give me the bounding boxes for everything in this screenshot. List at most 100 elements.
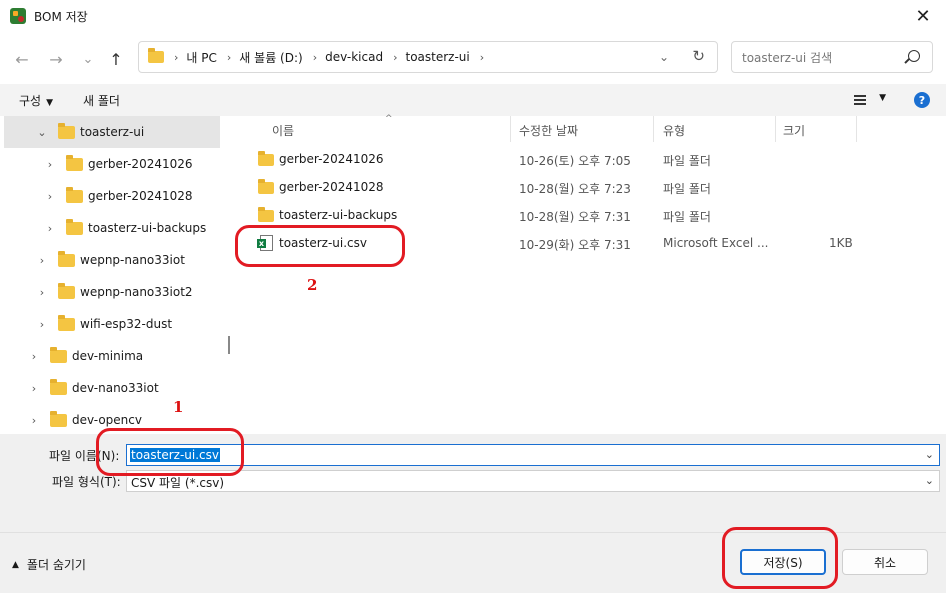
- sidebar-item-label: gerber-20241026: [88, 157, 193, 171]
- chevron-right-icon[interactable]: ›: [36, 254, 48, 267]
- sidebar-item-dev-nano33iot[interactable]: › dev-nano33iot: [4, 372, 220, 404]
- breadcrumb-dev-kicad[interactable]: dev-kicad: [325, 50, 383, 64]
- window-title: BOM 저장: [34, 9, 88, 24]
- sidebar-item-gerber-20241028[interactable]: › gerber-20241028: [4, 180, 220, 212]
- dropdown-arrow-icon: ▼: [46, 97, 54, 108]
- folder-icon: [50, 346, 67, 363]
- title-bar: BOM 저장 ✕: [0, 0, 946, 32]
- chevron-right-icon[interactable]: ›: [28, 350, 40, 363]
- file-modified: 10-29(화) 오후 7:31: [519, 238, 631, 252]
- sidebar-item-label: wepnp-nano33iot: [80, 253, 185, 267]
- column-header-name[interactable]: 이름: [272, 122, 294, 139]
- filename-field[interactable]: toasterz-ui.csv ⌄: [126, 444, 940, 466]
- annotation-circle-save: [722, 527, 838, 589]
- folder-icon: [148, 48, 164, 63]
- sidebar-item-wepnp-nano33iot2[interactable]: › wepnp-nano33iot2: [4, 276, 220, 308]
- folder-icon: [258, 151, 274, 166]
- folder-icon: [66, 218, 83, 235]
- chevron-down-icon[interactable]: ⌄: [36, 126, 48, 139]
- help-icon[interactable]: ?: [914, 92, 930, 108]
- chevron-right-icon[interactable]: ›: [28, 382, 40, 395]
- hide-folders-toggle[interactable]: ▲ 폴더 숨기기: [12, 556, 86, 573]
- breadcrumb-separator[interactable]: ›: [227, 51, 231, 64]
- refresh-icon[interactable]: ↻: [692, 47, 705, 65]
- chevron-right-icon[interactable]: ›: [28, 414, 40, 427]
- file-name: gerber-20241028: [279, 180, 384, 194]
- table-row[interactable]: gerber-20241026 10-26(토) 오후 7:05 파일 폴더: [237, 146, 946, 174]
- folder-icon: [258, 179, 274, 194]
- folder-icon: [66, 154, 83, 171]
- chevron-down-icon[interactable]: ⌄: [925, 474, 934, 487]
- sidebar-item-label: toasterz-ui-backups: [88, 221, 207, 235]
- breadcrumb-separator[interactable]: ›: [313, 51, 317, 64]
- sidebar-item-label: dev-minima: [72, 349, 144, 363]
- sidebar-item-toasterz-ui[interactable]: ⌄ toasterz-ui: [4, 116, 220, 148]
- column-header-type[interactable]: 유형: [663, 122, 685, 139]
- new-folder-button[interactable]: 새 폴더: [83, 92, 120, 109]
- column-divider[interactable]: [856, 116, 857, 142]
- chevron-right-icon[interactable]: ›: [44, 158, 56, 171]
- chevron-right-icon[interactable]: ›: [44, 222, 56, 235]
- sidebar-item-wifi-esp32-dust[interactable]: › wifi-esp32-dust: [4, 308, 220, 340]
- back-arrow-icon[interactable]: ←: [10, 47, 34, 71]
- view-dropdown-icon[interactable]: ▼: [879, 93, 886, 103]
- chevron-down-icon[interactable]: ⌄: [925, 448, 934, 461]
- chevron-up-icon: ▲: [12, 559, 19, 570]
- file-list: 이름 ^ 수정한 날짜 유형 크기 gerber-20241026 10-26(…: [237, 114, 946, 434]
- address-dropdown-icon[interactable]: ⌄: [659, 50, 669, 64]
- file-modified: 10-28(월) 오후 7:23: [519, 182, 631, 196]
- file-name: toasterz-ui-backups: [279, 208, 398, 222]
- cancel-button[interactable]: 취소: [842, 549, 928, 575]
- breadcrumb-separator[interactable]: ›: [393, 51, 397, 64]
- file-type: Microsoft Excel ...: [663, 236, 769, 250]
- folder-icon: [58, 250, 75, 267]
- column-header-size[interactable]: 크기: [783, 122, 805, 139]
- navigation-pane: ⌄ toasterz-ui › gerber-20241026 › gerber…: [0, 116, 237, 434]
- file-type: 파일 폴더: [663, 154, 711, 168]
- column-header-modified[interactable]: 수정한 날짜: [519, 122, 578, 139]
- address-bar[interactable]: › 내 PC › 새 볼륨 (D:) › dev-kicad › toaster…: [138, 41, 718, 73]
- scrollbar-thumb[interactable]: [228, 336, 230, 354]
- sidebar-item-label: wepnp-nano33iot2: [80, 285, 193, 299]
- kicad-app-icon: [10, 8, 26, 24]
- view-options-icon[interactable]: [854, 95, 866, 105]
- organize-label: 구성: [19, 93, 42, 108]
- recent-locations-chevron-icon[interactable]: ⌄: [76, 47, 100, 71]
- file-name: gerber-20241026: [279, 152, 384, 166]
- annotation-number-1: 1: [173, 398, 184, 416]
- forward-arrow-icon[interactable]: →: [44, 47, 68, 71]
- file-type: 파일 폴더: [663, 182, 711, 196]
- sidebar-item-label: dev-nano33iot: [72, 381, 159, 395]
- hide-folders-label: 폴더 숨기기: [26, 558, 86, 572]
- chevron-right-icon[interactable]: ›: [36, 318, 48, 331]
- breadcrumb-separator[interactable]: ›: [480, 51, 484, 64]
- filetype-select[interactable]: CSV 파일 (*.csv) ⌄: [126, 470, 940, 492]
- breadcrumb-separator: ›: [174, 50, 179, 64]
- column-divider[interactable]: [775, 116, 776, 142]
- folder-icon: [58, 122, 75, 139]
- up-arrow-icon[interactable]: ↑: [104, 47, 128, 71]
- column-divider[interactable]: [653, 116, 654, 142]
- breadcrumb-this-pc[interactable]: 내 PC: [186, 49, 216, 66]
- organize-menu[interactable]: 구성 ▼: [19, 92, 53, 109]
- sort-ascending-icon: ^: [385, 114, 393, 124]
- sidebar-item-toasterz-ui-backups[interactable]: › toasterz-ui-backups: [4, 212, 220, 244]
- search-input[interactable]: toasterz-ui 검색: [742, 49, 832, 66]
- folder-icon: [58, 314, 75, 331]
- search-box[interactable]: toasterz-ui 검색: [731, 41, 933, 73]
- sidebar-item-gerber-20241026[interactable]: › gerber-20241026: [4, 148, 220, 180]
- file-size: 1KB: [829, 236, 853, 250]
- sidebar-item-dev-minima[interactable]: › dev-minima: [4, 340, 220, 372]
- column-divider[interactable]: [510, 116, 511, 142]
- breadcrumb-volume-d[interactable]: 새 볼륨 (D:): [239, 49, 302, 66]
- annotation-circle-file: [235, 225, 405, 267]
- search-icon[interactable]: [908, 50, 920, 62]
- table-row[interactable]: gerber-20241028 10-28(월) 오후 7:23 파일 폴더: [237, 174, 946, 202]
- annotation-circle-filename: [96, 428, 244, 476]
- close-icon[interactable]: ✕: [900, 0, 946, 32]
- chevron-right-icon[interactable]: ›: [44, 190, 56, 203]
- breadcrumb-toasterz-ui[interactable]: toasterz-ui: [405, 50, 469, 64]
- sidebar-item-wepnp-nano33iot[interactable]: › wepnp-nano33iot: [4, 244, 220, 276]
- annotation-number-2: 2: [307, 276, 318, 294]
- chevron-right-icon[interactable]: ›: [36, 286, 48, 299]
